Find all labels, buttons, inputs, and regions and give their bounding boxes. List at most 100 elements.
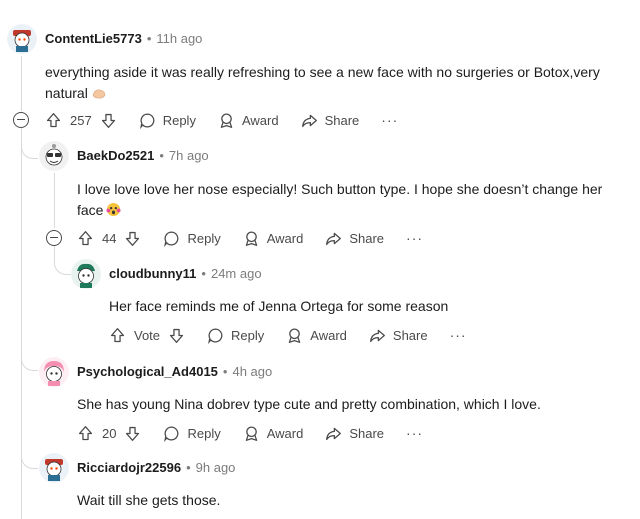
separator-dot: • xyxy=(146,31,152,46)
separator-dot: • xyxy=(159,148,164,163)
comment-bubble-icon xyxy=(139,112,155,129)
comment-bubble-icon xyxy=(164,230,179,247)
snoo-avatar-icon xyxy=(39,141,69,171)
more-options-button[interactable]: ··· xyxy=(450,327,467,343)
comment-text: everything aside it was really refreshin… xyxy=(45,64,600,101)
avatar[interactable] xyxy=(7,24,37,54)
username[interactable]: BaekDo2521 xyxy=(77,148,154,163)
vote-control: 257 xyxy=(45,112,117,129)
award-icon xyxy=(289,327,301,343)
share-button[interactable]: Share xyxy=(369,327,428,344)
share-button[interactable]: Share xyxy=(325,230,384,247)
share-icon xyxy=(326,232,342,245)
comment-body: Her face reminds me of Jenna Ortega for … xyxy=(109,296,619,317)
collapse-thread-button[interactable] xyxy=(46,230,62,246)
award-icon xyxy=(220,112,233,128)
thread-curve-3 xyxy=(21,438,38,469)
reply-label: Reply xyxy=(231,327,265,343)
share-button[interactable]: Share xyxy=(301,112,360,129)
snoo-avatar-icon xyxy=(7,24,37,54)
downvote-icon[interactable] xyxy=(100,112,117,129)
avatar[interactable] xyxy=(39,141,69,171)
share-icon xyxy=(369,329,385,342)
award-button[interactable]: Award xyxy=(286,327,347,344)
vote-label: Vote xyxy=(134,327,161,343)
award-icon xyxy=(245,230,257,246)
share-label: Share xyxy=(324,112,360,128)
reply-label: Reply xyxy=(162,112,196,128)
award-button[interactable]: Award xyxy=(218,112,279,129)
separator-dot: • xyxy=(186,460,191,475)
award-button[interactable]: Award xyxy=(243,425,304,442)
comment-bubble-icon xyxy=(208,327,223,344)
comment-text: Her face reminds me of Jenna Ortega for … xyxy=(109,298,449,314)
more-options-button[interactable]: ··· xyxy=(406,425,423,441)
vote-count: 20 xyxy=(102,425,117,441)
reply-button[interactable]: Reply xyxy=(207,327,264,344)
vote-count: 257 xyxy=(70,112,92,128)
snoo-avatar-icon xyxy=(39,357,69,387)
timestamp[interactable]: 9h ago xyxy=(196,460,236,475)
username[interactable]: ContentLie5773 xyxy=(45,31,142,46)
vote-control: 44 xyxy=(77,230,141,247)
timestamp[interactable]: 7h ago xyxy=(169,148,209,163)
share-icon xyxy=(301,114,317,127)
thread-curve-1 xyxy=(21,128,38,159)
snoo-avatar-icon xyxy=(71,259,101,289)
comment-body: She has young Nina dobrev type cute and … xyxy=(77,394,617,415)
more-options-button[interactable]: ··· xyxy=(406,230,423,246)
thread-curve-4 xyxy=(54,246,71,275)
share-icon xyxy=(326,427,342,440)
more-options-button[interactable]: ··· xyxy=(381,112,398,128)
share-label: Share xyxy=(392,327,428,343)
vote-control: 20 xyxy=(77,425,141,442)
award-button[interactable]: Award xyxy=(243,230,304,247)
timestamp[interactable]: 4h ago xyxy=(232,364,272,379)
comment-bubble-icon xyxy=(164,425,179,442)
comment-text: Wait till she gets those. xyxy=(77,492,221,508)
shocked-face-emoji-icon xyxy=(106,202,121,223)
reply-button[interactable]: Reply xyxy=(163,230,221,247)
vote-count: 44 xyxy=(102,230,117,246)
vote-control: Vote xyxy=(109,327,185,344)
share-button[interactable]: Share xyxy=(325,425,384,442)
avatar[interactable] xyxy=(71,259,101,289)
downvote-icon[interactable] xyxy=(124,230,141,247)
collapse-thread-button[interactable] xyxy=(13,112,29,128)
thread-line-level2 xyxy=(54,173,55,228)
award-label: Award xyxy=(310,327,347,343)
upvote-icon[interactable] xyxy=(77,230,94,247)
award-label: Award xyxy=(266,230,304,246)
comment-body: everything aside it was really refreshin… xyxy=(45,62,625,106)
palm-hand-emoji-icon xyxy=(91,85,107,106)
award-label: Award xyxy=(266,425,304,441)
separator-dot: • xyxy=(201,266,206,281)
username[interactable]: Psychological_Ad4015 xyxy=(77,364,218,379)
reply-label: Reply xyxy=(187,230,221,246)
thread-curve-2 xyxy=(21,340,38,371)
username[interactable]: Ricciardojr22596 xyxy=(77,460,181,475)
upvote-icon[interactable] xyxy=(45,112,62,129)
comment-body: I love love love her nose especially! Su… xyxy=(77,179,617,223)
username[interactable]: cloudbunny11 xyxy=(109,266,196,281)
award-label: Award xyxy=(241,112,279,128)
comment-text: She has young Nina dobrev type cute and … xyxy=(77,396,541,412)
reply-button[interactable]: Reply xyxy=(163,425,221,442)
reply-button[interactable]: Reply xyxy=(139,112,196,129)
timestamp[interactable]: 24m ago xyxy=(211,266,262,281)
thread-line-root xyxy=(21,56,22,111)
avatar[interactable] xyxy=(39,357,69,387)
downvote-icon[interactable] xyxy=(124,425,141,442)
avatar[interactable] xyxy=(39,453,69,483)
comment-text: I love love love her nose especially! Su… xyxy=(77,181,603,218)
upvote-icon[interactable] xyxy=(77,425,94,442)
share-label: Share xyxy=(349,425,385,441)
downvote-icon[interactable] xyxy=(168,327,185,344)
timestamp[interactable]: 11h ago xyxy=(156,31,202,46)
separator-dot: • xyxy=(222,364,228,379)
reply-label: Reply xyxy=(187,425,221,441)
share-label: Share xyxy=(349,230,385,246)
comment-body: Wait till she gets those. xyxy=(77,490,617,511)
award-icon xyxy=(245,425,257,441)
upvote-icon[interactable] xyxy=(109,327,126,344)
